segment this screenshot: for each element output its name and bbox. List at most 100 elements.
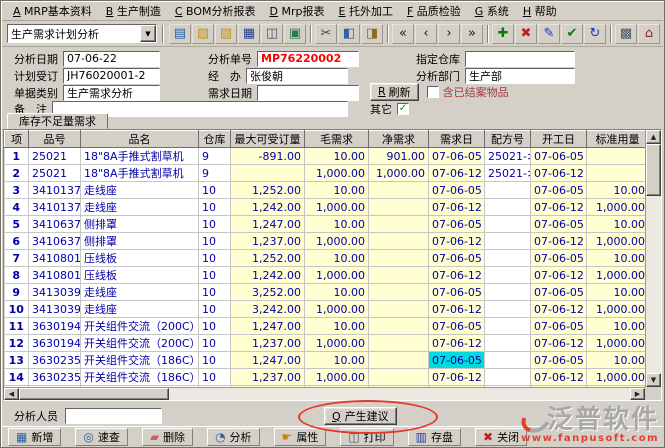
cell[interactable]: 开关组件交流（186C）11: [81, 352, 199, 369]
cell[interactable]: 3630194: [29, 335, 81, 352]
paste-icon[interactable]: ◨: [361, 24, 383, 44]
cell[interactable]: 11: [5, 318, 29, 335]
quick-find-button[interactable]: ◎速查: [75, 428, 127, 446]
cell[interactable]: 压线板: [81, 250, 199, 267]
cell[interactable]: 10: [199, 199, 231, 216]
cell[interactable]: 3410637: [29, 216, 81, 233]
cell[interactable]: [485, 369, 531, 386]
cell[interactable]: 9: [199, 165, 231, 182]
plan-order-input[interactable]: [63, 68, 160, 84]
scroll-up-icon[interactable]: ▲: [646, 130, 661, 144]
cell[interactable]: 3410137: [29, 199, 81, 216]
cell[interactable]: 10.00: [587, 250, 649, 267]
cell[interactable]: 1,000.00: [587, 335, 649, 352]
cell[interactable]: 10.00: [587, 352, 649, 369]
cell[interactable]: [485, 250, 531, 267]
cell[interactable]: [485, 318, 531, 335]
cell[interactable]: 9: [5, 284, 29, 301]
column-header[interactable]: 开工日: [531, 131, 587, 148]
cell[interactable]: [587, 148, 649, 165]
cell[interactable]: [485, 284, 531, 301]
vertical-scrollbar[interactable]: ▲ ▼: [645, 130, 661, 387]
cell[interactable]: 10.00: [587, 318, 649, 335]
cell[interactable]: 10.00: [587, 182, 649, 199]
cell[interactable]: 25021: [29, 148, 81, 165]
close-button[interactable]: ✖关闭: [475, 428, 527, 446]
cell[interactable]: 13: [5, 352, 29, 369]
cell[interactable]: 1,247.00: [231, 216, 305, 233]
cell[interactable]: [485, 352, 531, 369]
cell[interactable]: 3,242.00: [231, 301, 305, 318]
cell[interactable]: 10.00: [305, 352, 369, 369]
cell[interactable]: 07-06-12: [531, 165, 587, 182]
print-icon[interactable]: ◫: [261, 24, 283, 44]
cell[interactable]: 1,247.00: [231, 318, 305, 335]
cell[interactable]: 25021: [29, 165, 81, 182]
cell[interactable]: 07-06-05: [531, 148, 587, 165]
edit-record-icon[interactable]: ✎: [538, 24, 560, 44]
cell[interactable]: 走线座: [81, 284, 199, 301]
cell[interactable]: [369, 233, 429, 250]
cell[interactable]: 07-06-05: [531, 284, 587, 301]
cell[interactable]: 3630235-2: [29, 352, 81, 369]
generate-suggestion-button[interactable]: Q产生建议: [324, 407, 397, 425]
add-record-icon[interactable]: ✚: [492, 24, 514, 44]
new-doc-icon[interactable]: ▤: [169, 24, 191, 44]
cell[interactable]: 1,000.00: [305, 301, 369, 318]
cell[interactable]: 10.00: [305, 148, 369, 165]
chevron-down-icon[interactable]: ▼: [140, 25, 156, 42]
cell[interactable]: 走线座: [81, 182, 199, 199]
cell[interactable]: 1,237.00: [231, 233, 305, 250]
cell[interactable]: 10: [199, 216, 231, 233]
new-button[interactable]: ▦新增: [8, 428, 61, 446]
scroll-left-icon[interactable]: ◀: [4, 388, 19, 400]
cell[interactable]: 7: [5, 250, 29, 267]
cell[interactable]: 1,237.00: [231, 369, 305, 386]
cell[interactable]: 压线板: [81, 267, 199, 284]
cell[interactable]: 07-06-12: [429, 165, 485, 182]
cell[interactable]: 1,000.00: [305, 199, 369, 216]
menu-item-G[interactable]: G 系统: [468, 1, 516, 21]
menu-item-A[interactable]: A MRP基本资料: [6, 1, 99, 21]
cell[interactable]: [485, 267, 531, 284]
copy-icon[interactable]: ◧: [338, 24, 360, 44]
column-header[interactable]: 净需求: [369, 131, 429, 148]
cell[interactable]: 07-06-05: [531, 318, 587, 335]
scroll-right-icon[interactable]: ▶: [630, 388, 645, 400]
cell[interactable]: [231, 165, 305, 182]
cell[interactable]: 1,242.00: [231, 199, 305, 216]
cell[interactable]: 1,000.00: [587, 233, 649, 250]
cell[interactable]: 1,000.00: [305, 369, 369, 386]
first-record-icon[interactable]: «: [392, 24, 414, 44]
cell[interactable]: 3410137: [29, 182, 81, 199]
cell[interactable]: [485, 182, 531, 199]
cell[interactable]: 10: [199, 182, 231, 199]
cell[interactable]: 1,000.00: [587, 267, 649, 284]
cell[interactable]: 1: [5, 148, 29, 165]
prev-record-icon[interactable]: ‹: [415, 24, 437, 44]
cell[interactable]: 3413039: [29, 301, 81, 318]
cell[interactable]: 10.00: [305, 284, 369, 301]
folder-add-icon[interactable]: ▧: [215, 24, 237, 44]
cell[interactable]: [369, 267, 429, 284]
cell[interactable]: 07-06-12: [531, 335, 587, 352]
cell[interactable]: 3410801: [29, 267, 81, 284]
cell[interactable]: 25021->: [485, 165, 531, 182]
cell[interactable]: 10: [199, 301, 231, 318]
cell[interactable]: 07-06-05: [531, 352, 587, 369]
preview-icon[interactable]: ▣: [284, 24, 306, 44]
cell[interactable]: 10: [199, 250, 231, 267]
cell[interactable]: 3630194: [29, 318, 81, 335]
tab-shortage-demand[interactable]: 库存不足量需求: [7, 113, 108, 129]
cell[interactable]: 1,000.00: [369, 165, 429, 182]
column-header[interactable]: 仓库: [199, 131, 231, 148]
cell[interactable]: 07-06-05: [429, 250, 485, 267]
cell[interactable]: 07-06-12: [429, 199, 485, 216]
exit-icon[interactable]: ⌂: [638, 24, 660, 44]
last-record-icon[interactable]: »: [461, 24, 483, 44]
cell[interactable]: 07-06-12: [531, 301, 587, 318]
column-header[interactable]: 配方号: [485, 131, 531, 148]
scroll-down-icon[interactable]: ▼: [646, 373, 661, 387]
cut-icon[interactable]: ✂: [315, 24, 337, 44]
cell[interactable]: 12: [5, 335, 29, 352]
